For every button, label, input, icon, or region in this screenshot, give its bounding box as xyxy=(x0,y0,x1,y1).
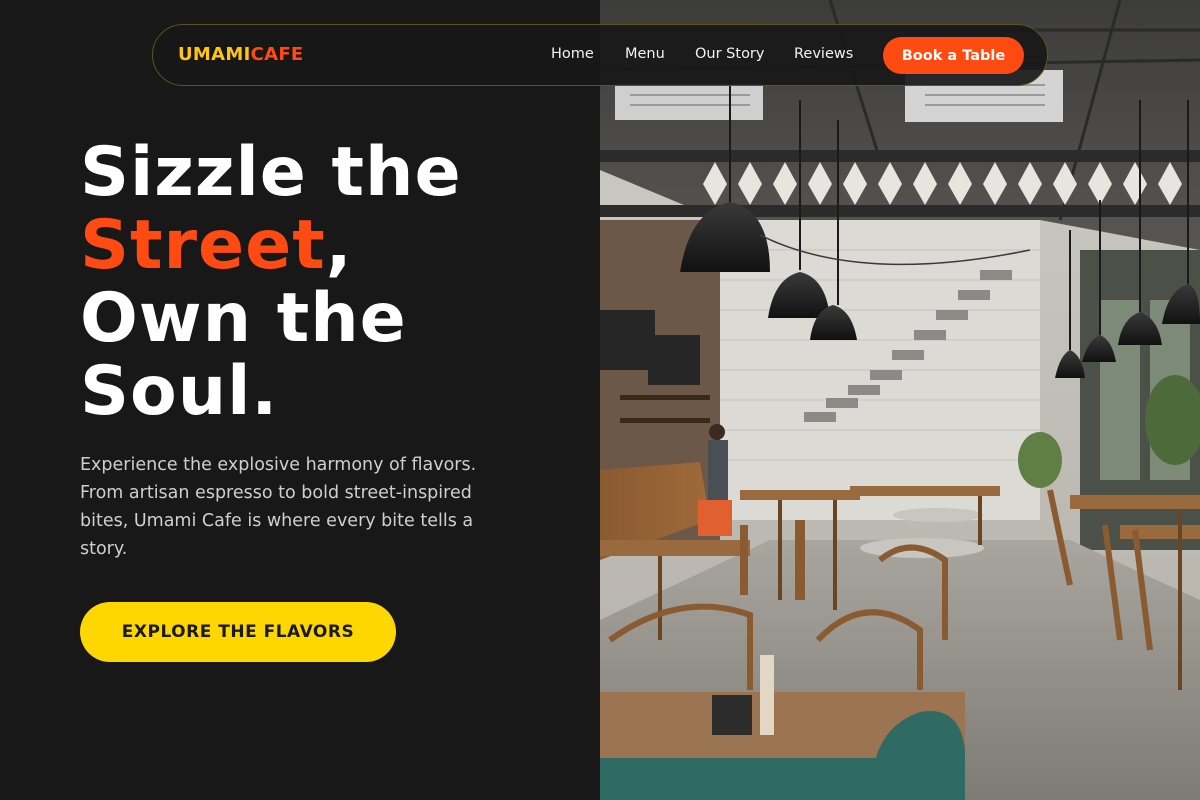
logo-cafe: CAFE xyxy=(250,44,304,65)
hero-description: Experience the explosive harmony of flav… xyxy=(80,455,477,559)
book-table-button[interactable]: Book a Table xyxy=(883,37,1024,74)
logo-umami: UMAMI xyxy=(178,44,251,65)
top-navbar: UMAMICAFE Home Menu Our Story Reviews Bo… xyxy=(152,24,1048,86)
headline-comma: , xyxy=(325,206,353,285)
brand-logo[interactable]: UMAMICAFE xyxy=(178,44,304,65)
hero-section: Sizzle the Street, Own the Soul. Experie… xyxy=(0,0,600,800)
headline-line-1: Sizzle the xyxy=(80,133,462,212)
nav-link-home[interactable]: Home xyxy=(551,46,594,62)
headline-line-4: Soul. xyxy=(80,352,279,431)
headline-line-3: Own the xyxy=(80,279,407,358)
nav-link-our-story[interactable]: Our Story xyxy=(695,46,764,62)
explore-flavors-button[interactable]: EXPLORE THE FLAVORS xyxy=(80,602,396,662)
headline-accent-word: Street xyxy=(80,206,326,285)
nav-link-reviews[interactable]: Reviews xyxy=(794,46,853,62)
nav-link-menu[interactable]: Menu xyxy=(625,46,665,62)
cafe-interior-photo xyxy=(600,0,1200,800)
hero-headline: Sizzle the Street, Own the Soul. xyxy=(80,136,580,428)
